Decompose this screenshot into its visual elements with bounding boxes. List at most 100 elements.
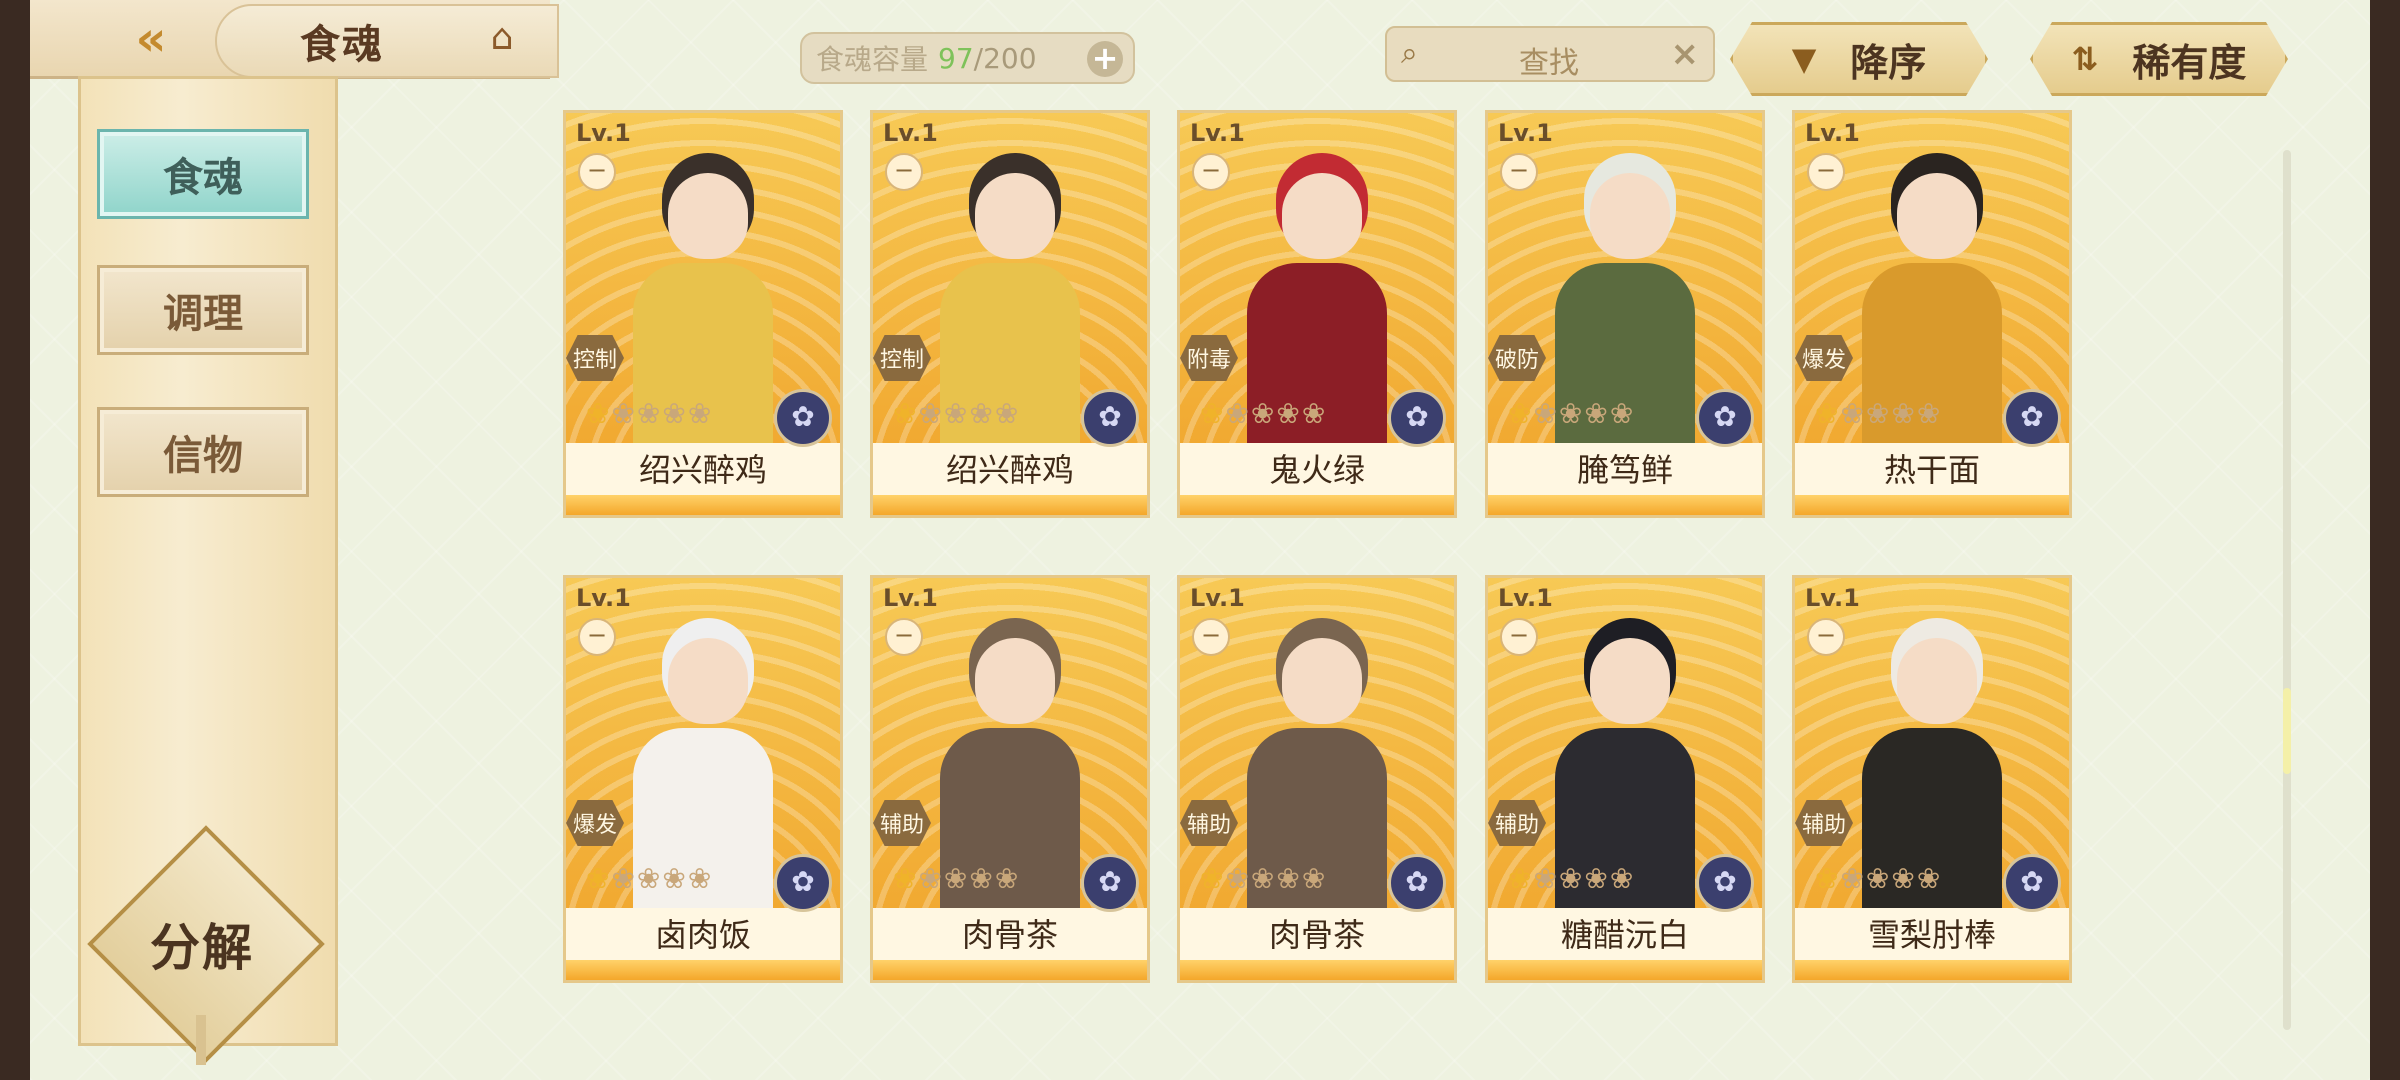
- card-footer-bar: [1795, 960, 2069, 980]
- food-soul-card[interactable]: Lv.1 − 控制 ❀❀❀❀❀ ✿ 绍兴醉鸡: [563, 110, 843, 518]
- star-rating: ❀❀❀❀❀: [1200, 397, 1328, 430]
- role-badge: 爆发: [566, 800, 624, 846]
- card-footer-bar: [1180, 495, 1454, 515]
- food-soul-card[interactable]: Lv.1 − 辅助 ❀❀❀❀❀ ✿ 糖醋沅白: [1485, 575, 1765, 983]
- minus-icon: −: [578, 153, 616, 191]
- flower-element-icon: ✿: [2003, 854, 2061, 912]
- star-rating: ❀❀❀❀❀: [586, 862, 714, 895]
- decompose-tassel: [196, 1015, 206, 1065]
- character-head: [1282, 638, 1362, 724]
- pavilion-icon[interactable]: ⌂: [478, 16, 526, 60]
- card-name: 绍兴醉鸡: [638, 451, 767, 489]
- role-badge: 辅助: [873, 800, 931, 846]
- star-rating: ❀❀❀❀❀: [1815, 397, 1943, 430]
- capacity-add-button[interactable]: +: [1087, 41, 1123, 77]
- sidebar-item-tokens[interactable]: 信物: [97, 407, 309, 497]
- sidebar-item-label: 食魂: [163, 155, 243, 201]
- card-level: Lv.1: [1805, 584, 1860, 612]
- card-footer-bar: [1180, 960, 1454, 980]
- card-footer-bar: [873, 960, 1147, 980]
- minus-icon: −: [578, 618, 616, 656]
- sidebar-item-label: 调理: [163, 291, 243, 337]
- food-soul-card[interactable]: Lv.1 − 爆发 ❀❀❀❀❀ ✿ 卤肉饭: [563, 575, 843, 983]
- flower-element-icon: ✿: [1388, 854, 1446, 912]
- card-level: Lv.1: [576, 119, 631, 147]
- minus-icon: −: [885, 618, 923, 656]
- role-badge: 辅助: [1488, 800, 1546, 846]
- search-icon: ⌕: [1401, 36, 1418, 71]
- star-rating: ❀❀❀❀❀: [893, 862, 1021, 895]
- scrollbar-thumb[interactable]: [2283, 688, 2291, 774]
- card-footer-bar: [566, 495, 840, 515]
- role-badge: 附毒: [1180, 335, 1238, 381]
- sidebar-item-label: 信物: [163, 433, 243, 479]
- card-name: 雪梨肘棒: [1867, 916, 1996, 954]
- page-title: 食魂: [300, 22, 384, 68]
- character-head: [668, 638, 748, 724]
- character-head: [975, 638, 1055, 724]
- card-footer-bar: [566, 960, 840, 980]
- sort-arrows-icon: ⇅: [2071, 40, 2099, 78]
- sort-order-button[interactable]: ▼ 降序: [1730, 22, 1988, 96]
- character-head: [1897, 638, 1977, 724]
- character-head: [1897, 173, 1977, 259]
- card-name: 腌笃鲜: [1576, 451, 1673, 489]
- food-soul-card[interactable]: Lv.1 − 辅助 ❀❀❀❀❀ ✿ 肉骨茶: [1177, 575, 1457, 983]
- role-badge: 控制: [873, 335, 931, 381]
- card-footer-bar: [1795, 495, 2069, 515]
- card-level: Lv.1: [883, 119, 938, 147]
- flower-element-icon: ✿: [1696, 389, 1754, 447]
- star-rating: ❀❀❀❀❀: [586, 397, 714, 430]
- capacity-indicator: 食魂容量 97 /200 +: [800, 32, 1135, 84]
- flower-element-icon: ✿: [1696, 854, 1754, 912]
- card-level: Lv.1: [1190, 119, 1245, 147]
- character-head: [975, 173, 1055, 259]
- search-placeholder: 查找: [1519, 46, 1579, 81]
- minus-icon: −: [1807, 618, 1845, 656]
- star-rating: ❀❀❀❀❀: [1815, 862, 1943, 895]
- scrollbar-track[interactable]: [2283, 150, 2291, 1030]
- star-rating: ❀❀❀❀❀: [1508, 862, 1636, 895]
- star-rating: ❀❀❀❀❀: [893, 397, 1021, 430]
- card-footer-bar: [873, 495, 1147, 515]
- flower-element-icon: ✿: [1388, 389, 1446, 447]
- card-level: Lv.1: [1805, 119, 1860, 147]
- card-level: Lv.1: [1498, 119, 1553, 147]
- sidebar-item-food-souls[interactable]: 食魂: [97, 129, 309, 219]
- minus-icon: −: [885, 153, 923, 191]
- character-head: [1590, 173, 1670, 259]
- food-soul-card[interactable]: Lv.1 − 附毒 ❀❀❀❀❀ ✿ 鬼火绿: [1177, 110, 1457, 518]
- food-soul-card[interactable]: Lv.1 − 辅助 ❀❀❀❀❀ ✿ 肉骨茶: [870, 575, 1150, 983]
- minus-icon: −: [1192, 153, 1230, 191]
- food-soul-card[interactable]: Lv.1 − 爆发 ❀❀❀❀❀ ✿ 热干面: [1792, 110, 2072, 518]
- minus-icon: −: [1192, 618, 1230, 656]
- capacity-max: /200: [973, 41, 1037, 75]
- flower-element-icon: ✿: [1081, 389, 1139, 447]
- back-button[interactable]: «: [110, 8, 192, 70]
- minus-icon: −: [1500, 618, 1538, 656]
- food-soul-card[interactable]: Lv.1 − 破防 ❀❀❀❀❀ ✿ 腌笃鲜: [1485, 110, 1765, 518]
- card-name: 卤肉饭: [654, 916, 751, 954]
- search-clear-button[interactable]: ×: [1671, 34, 1700, 74]
- card-name: 肉骨茶: [961, 916, 1058, 954]
- card-level: Lv.1: [883, 584, 938, 612]
- search-input[interactable]: ⌕ 查找 ×: [1385, 26, 1715, 82]
- flower-element-icon: ✿: [1081, 854, 1139, 912]
- role-badge: 辅助: [1180, 800, 1238, 846]
- flower-element-icon: ✿: [774, 854, 832, 912]
- role-badge: 辅助: [1795, 800, 1853, 846]
- food-soul-card[interactable]: Lv.1 − 辅助 ❀❀❀❀❀ ✿ 雪梨肘棒: [1792, 575, 2072, 983]
- role-badge: 破防: [1488, 335, 1546, 381]
- sort-field-button[interactable]: ⇅ 稀有度: [2030, 22, 2288, 96]
- food-soul-card[interactable]: Lv.1 − 控制 ❀❀❀❀❀ ✿ 绍兴醉鸡: [870, 110, 1150, 518]
- role-badge: 控制: [566, 335, 624, 381]
- sort-field-label: 稀有度: [2132, 40, 2247, 85]
- card-level: Lv.1: [576, 584, 631, 612]
- card-name: 鬼火绿: [1268, 451, 1365, 489]
- capacity-current: 97: [938, 41, 974, 75]
- sidebar-item-tuning[interactable]: 调理: [97, 265, 309, 355]
- card-level: Lv.1: [1190, 584, 1245, 612]
- card-name: 肉骨茶: [1268, 916, 1365, 954]
- decompose-label: 分解: [150, 919, 254, 977]
- minus-icon: −: [1500, 153, 1538, 191]
